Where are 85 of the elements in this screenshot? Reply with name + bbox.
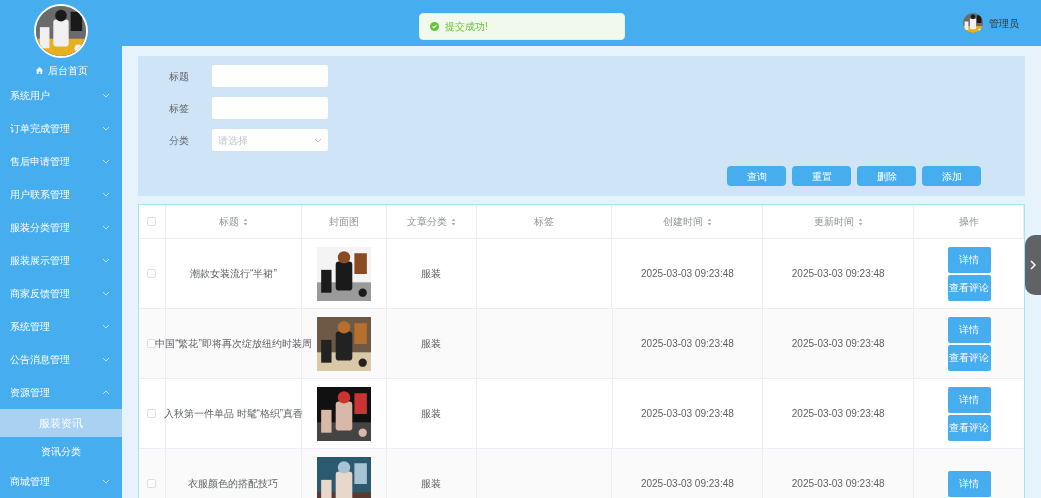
home-icon — [34, 66, 44, 75]
chevron-down-icon — [102, 291, 110, 296]
user-name[interactable]: 管理员 — [989, 15, 1019, 31]
menu-item[interactable]: 订单完成管理 — [0, 112, 122, 145]
chevron-up-icon — [102, 390, 110, 395]
table-row[interactable]: 潮款女装流行“半裙” 服装 2025-03-03 09:23:48 2025-03-03 09:23:48 详情 查看评论 — [139, 239, 1024, 309]
menu-item[interactable]: 服装分类管理 — [0, 211, 122, 244]
chevron-right-icon — [1030, 260, 1036, 270]
row-action-button[interactable]: 查看评论 — [947, 274, 991, 301]
check-circle-icon — [430, 22, 439, 31]
home-link[interactable]: 后台首页 — [0, 62, 122, 79]
column-header: 封面图 — [301, 205, 387, 238]
menu-item[interactable]: 售后申请管理 — [0, 145, 122, 178]
submenu-item[interactable]: 服装资讯 — [0, 409, 122, 437]
sort-icon — [857, 217, 863, 226]
row-action-button[interactable]: 详情 — [947, 386, 991, 413]
menu-item[interactable]: 商城管理 — [0, 465, 122, 498]
checkbox[interactable] — [147, 269, 157, 278]
chevron-down-icon — [102, 357, 110, 362]
row-action-button[interactable]: 详情 — [947, 316, 991, 343]
table-cell-text: 服装 — [421, 337, 442, 351]
table-cell-text: 服装 — [421, 477, 442, 491]
checkbox[interactable] — [147, 479, 157, 488]
submenu-item[interactable]: 资讯分类 — [0, 437, 122, 465]
menu-item[interactable]: 资源管理 — [0, 376, 122, 409]
action-button[interactable]: 重置 — [792, 166, 851, 186]
action-button[interactable]: 查询 — [727, 166, 786, 186]
column-header[interactable]: 文章分类 — [386, 205, 477, 238]
field-label: 标签 — [169, 101, 190, 116]
table-cell-text: 中国“繁花”即将再次绽放纽约时装周 — [155, 337, 312, 351]
sort-icon — [706, 217, 712, 226]
table-cell-text: 2025-03-03 09:23:48 — [641, 337, 734, 351]
chevron-down-icon — [102, 159, 110, 164]
table-cell-text: 潮款女装流行“半裙” — [190, 267, 277, 281]
field-label: 标题 — [169, 69, 190, 84]
text-field[interactable] — [212, 65, 328, 87]
user-avatar[interactable] — [963, 13, 983, 33]
checkbox[interactable] — [147, 339, 157, 348]
row-action-button[interactable]: 查看评论 — [947, 414, 991, 441]
table-cell-text: 2025-03-03 09:23:48 — [640, 477, 734, 491]
row-action-button[interactable]: 详情 — [947, 246, 991, 273]
checkbox[interactable] — [147, 409, 157, 418]
table-cell-text: 2025-03-03 09:23:48 — [641, 407, 734, 421]
checkbox[interactable] — [147, 217, 157, 226]
menu-item[interactable]: 服装展示管理 — [0, 244, 122, 277]
chevron-down-icon — [102, 324, 110, 329]
table-cell-text: 服装 — [421, 407, 442, 421]
row-action-button[interactable]: 查看评论 — [947, 344, 991, 371]
field-label: 分类 — [169, 133, 190, 148]
menu-item[interactable]: 系统用户 — [0, 79, 122, 112]
action-button[interactable]: 添加 — [922, 166, 981, 186]
table-cell-text: 2025-03-03 09:23:48 — [791, 267, 885, 281]
chevron-down-icon — [102, 479, 110, 484]
column-header[interactable]: 创建时间 — [612, 205, 764, 238]
action-button[interactable]: 删除 — [857, 166, 916, 186]
text-field[interactable] — [212, 97, 328, 119]
column-header: 操作 — [914, 205, 1024, 238]
drawer-toggle[interactable] — [1025, 235, 1041, 295]
sort-icon — [450, 217, 456, 226]
menu-item[interactable]: 公告消息管理 — [0, 343, 122, 376]
row-action-button[interactable]: 详情 — [947, 470, 991, 497]
table-row[interactable]: 衣服颜色的搭配技巧 服装 2025-03-03 09:23:48 2025-03-03 09:23:48 详情 — [139, 449, 1024, 498]
table-cell-text: 服装 — [421, 267, 442, 281]
table-cell-text: 2025-03-03 09:23:48 — [791, 337, 885, 351]
column-header: 标签 — [476, 205, 613, 238]
column-header[interactable]: 更新时间 — [763, 205, 915, 238]
chevron-down-icon — [102, 93, 110, 98]
chevron-down-icon — [102, 126, 110, 131]
chevron-down-icon — [102, 258, 110, 263]
menu-item[interactable]: 商家反馈管理 — [0, 277, 122, 310]
table-cell-text: 2025-03-03 09:23:48 — [640, 267, 734, 281]
sort-icon — [242, 217, 248, 226]
chevron-down-icon — [102, 192, 110, 197]
toast-message: 提交成功! — [445, 20, 488, 34]
menu-item[interactable]: 系统管理 — [0, 310, 122, 343]
menu-item[interactable]: 用户联系管理 — [0, 178, 122, 211]
column-header[interactable]: 标题 — [165, 205, 302, 238]
chevron-down-icon — [102, 225, 110, 230]
table-cell-text: 2025-03-03 09:23:48 — [791, 477, 885, 491]
table-row[interactable]: 入秋第一件单品 时髦“格织”真香 服装 2025-03-03 09:23:48 2025-03-03 09:23:48 详情 查看评论 — [139, 379, 1024, 449]
table-cell-text: 入秋第一件单品 时髦“格织”真香 — [163, 407, 304, 421]
chevron-down-icon — [314, 137, 322, 143]
table-row[interactable]: 中国“繁花”即将再次绽放纽约时装周 服装 2025-03-03 09:23:48 2025-03-03 09:23:48 详情 查看评论 — [139, 309, 1024, 379]
table-cell-text: 衣服颜色的搭配技巧 — [188, 477, 279, 491]
table-cell-text: 2025-03-03 09:23:48 — [791, 407, 885, 421]
